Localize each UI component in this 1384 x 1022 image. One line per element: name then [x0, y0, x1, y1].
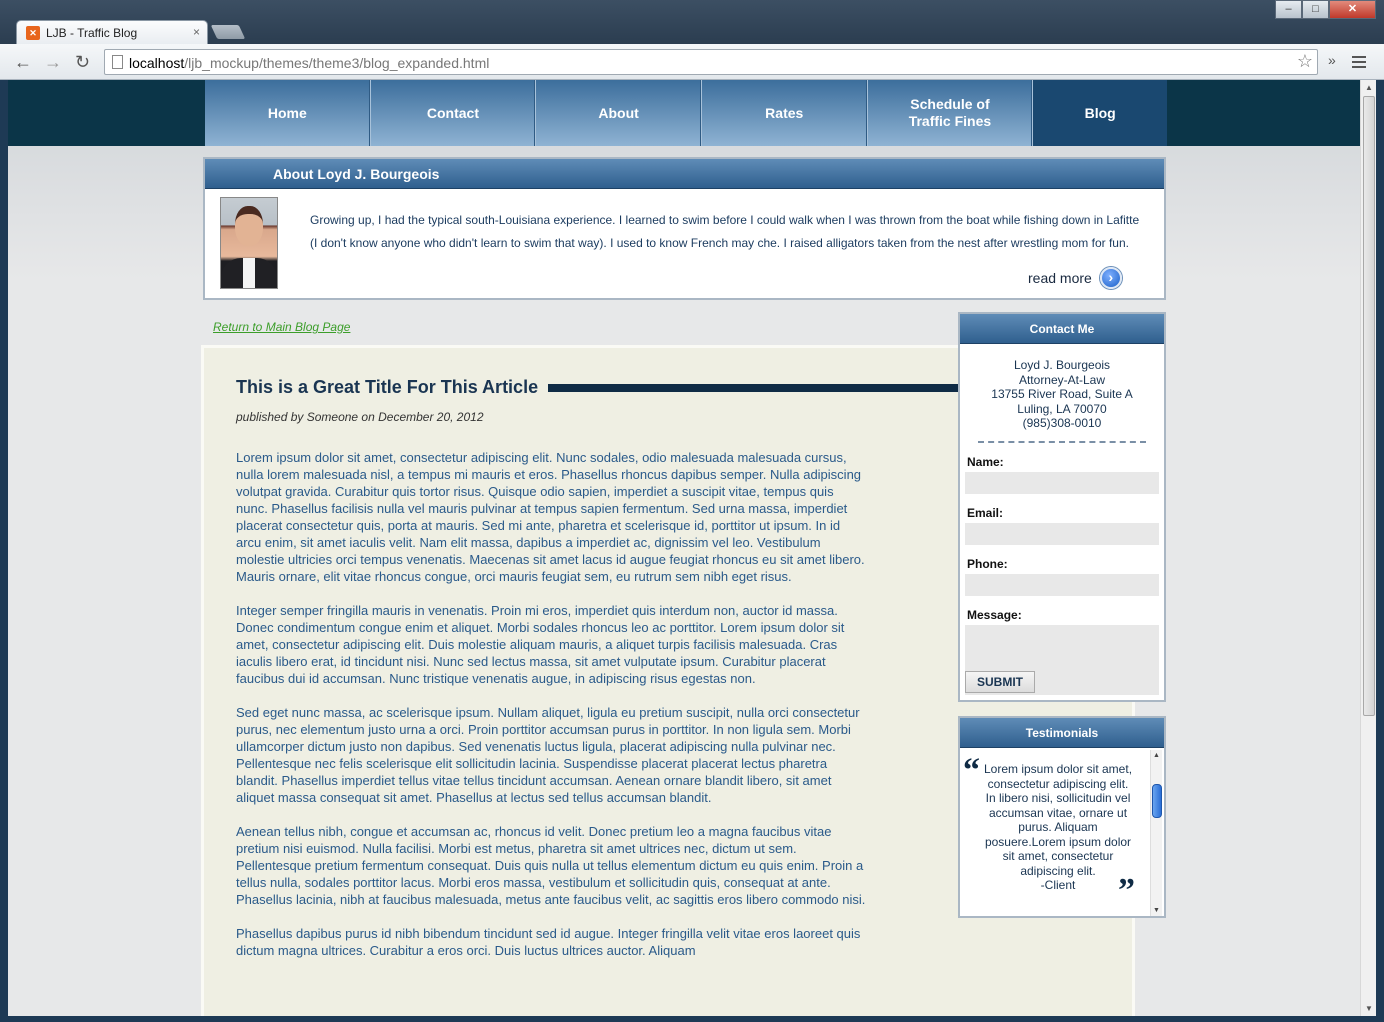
scroll-down-icon[interactable]: ▼ — [1153, 907, 1160, 914]
close-window-icon[interactable]: ✕ — [1329, 0, 1376, 19]
menu-icon[interactable] — [1352, 56, 1366, 71]
article-paragraph: Lorem ipsum dolor sit amet, consectetur … — [236, 450, 865, 584]
main-nav: Home Contact About Rates Schedule of Tra… — [205, 80, 1168, 146]
nav-about[interactable]: About — [536, 80, 702, 146]
scroll-up-icon[interactable]: ▲ — [1365, 83, 1373, 92]
contact-role: Attorney-At-Law — [1018, 372, 1106, 387]
window-controls: – □ ✕ — [1275, 0, 1376, 19]
new-tab-button[interactable] — [210, 25, 246, 39]
title-rule — [544, 384, 964, 392]
divider — [978, 440, 1146, 443]
testimonials-panel: Testimonials “ Lorem ipsum dolor sit ame… — [958, 716, 1166, 918]
email-label: Email: — [967, 505, 1004, 520]
article-paragraph: Integer semper fringilla mauris in venen… — [236, 603, 845, 686]
contact-panel: Contact Me Loyd J. Bourgeois Attorney-At… — [958, 312, 1166, 702]
star-icon[interactable]: ☆ — [1297, 51, 1313, 72]
article-paragraph: Aenean tellus nibh, congue et accumsan a… — [236, 824, 866, 907]
address-bar[interactable]: localhost/ljb_mockup/themes/theme3/blog_… — [104, 49, 1318, 75]
read-more-label: read more — [1028, 270, 1092, 286]
article-meta: published by Someone on December 20, 201… — [236, 410, 484, 424]
about-text: Growing up, I had the typical south-Loui… — [310, 213, 1140, 250]
contact-name: Loyd J. Bourgeois — [1013, 358, 1111, 372]
name-field[interactable] — [965, 471, 1159, 494]
scroll-up-icon[interactable]: ▲ — [1153, 752, 1160, 759]
phone-field[interactable] — [965, 573, 1159, 596]
submit-button[interactable]: SUBMIT — [965, 671, 1035, 693]
page-icon — [112, 55, 123, 69]
extensions-icon[interactable]: » — [1328, 52, 1336, 68]
message-label: Message: — [967, 607, 1022, 622]
maximize-icon[interactable]: □ — [1302, 0, 1329, 19]
url-text: localhost/ljb_mockup/themes/theme3/blog_… — [129, 55, 490, 71]
about-title: About Loyd J. Bourgeois — [205, 159, 1164, 189]
page-scroll-thumb[interactable] — [1363, 96, 1375, 716]
back-icon[interactable]: ← — [14, 52, 32, 73]
page-viewport: Home Contact About Rates Schedule of Tra… — [8, 80, 1360, 1016]
article-title: This is a Great Title For This Article — [236, 377, 549, 398]
browser-tab[interactable]: ✕ LJB - Traffic Blog × — [16, 20, 208, 44]
site-favicon-icon: ✕ — [26, 26, 40, 40]
phone-label: Phone: — [967, 556, 1008, 571]
testimonials-title: Testimonials — [960, 718, 1164, 748]
nav-schedule-of-traffic-fines[interactable]: Schedule of Traffic Fines — [868, 80, 1034, 146]
page-scrollbar[interactable]: ▲ ▼ — [1360, 80, 1376, 1016]
nav-contact[interactable]: Contact — [371, 80, 537, 146]
forward-icon[interactable]: → — [44, 52, 62, 73]
contact-address: Loyd J. Bourgeois Attorney-At-Law 13755 … — [960, 358, 1164, 431]
contact-city: Luling, LA 70070 — [1017, 401, 1107, 416]
read-more-link[interactable]: read more › — [1028, 267, 1122, 289]
browser-toolbar: ← → ↻ localhost/ljb_mockup/themes/theme3… — [0, 44, 1384, 80]
name-label: Name: — [967, 454, 1004, 469]
testimonial-scroll-thumb[interactable] — [1152, 784, 1162, 818]
contact-street: 13755 River Road, Suite A — [991, 387, 1133, 401]
contact-phone: (985)308-0010 — [1022, 416, 1102, 430]
about-panel: About Loyd J. Bourgeois Growing up, I ha… — [203, 157, 1166, 300]
email-field[interactable] — [965, 522, 1159, 545]
minimize-icon[interactable]: – — [1275, 0, 1302, 19]
return-to-blog-link[interactable]: Return to Main Blog Page — [213, 320, 350, 334]
testimonial-scrollbar[interactable]: ▲ ▼ — [1150, 750, 1162, 916]
reload-icon[interactable]: ↻ — [75, 52, 90, 73]
testimonial-text: Lorem ipsum dolor sit amet, consectetur … — [982, 762, 1134, 893]
nav-rates[interactable]: Rates — [702, 80, 868, 146]
quote-close-icon: ” — [1118, 872, 1135, 909]
nav-home[interactable]: Home — [205, 80, 371, 146]
testimonial-author: -Client — [1040, 878, 1076, 892]
article-paragraph: Phasellus dapibus purus id nibh bibendum… — [236, 926, 861, 958]
scroll-down-icon[interactable]: ▼ — [1365, 1004, 1373, 1013]
contact-title: Contact Me — [960, 314, 1164, 344]
author-photo — [220, 197, 278, 289]
tab-title: LJB - Traffic Blog — [46, 26, 138, 40]
browser-titlebar: ✕ LJB - Traffic Blog × – □ ✕ — [0, 0, 1384, 44]
nav-blog[interactable]: Blog — [1033, 80, 1168, 146]
testimonial-body: Lorem ipsum dolor sit amet, consectetur … — [983, 762, 1133, 878]
article-body: Lorem ipsum dolor sit amet, consectetur … — [236, 449, 866, 976]
tab-close-icon[interactable]: × — [193, 25, 200, 39]
quote-open-icon: “ — [963, 752, 980, 789]
article-paragraph: Sed eget nunc massa, ac scelerisque ipsu… — [236, 705, 860, 805]
arrow-right-circle-icon[interactable]: › — [1099, 267, 1122, 289]
